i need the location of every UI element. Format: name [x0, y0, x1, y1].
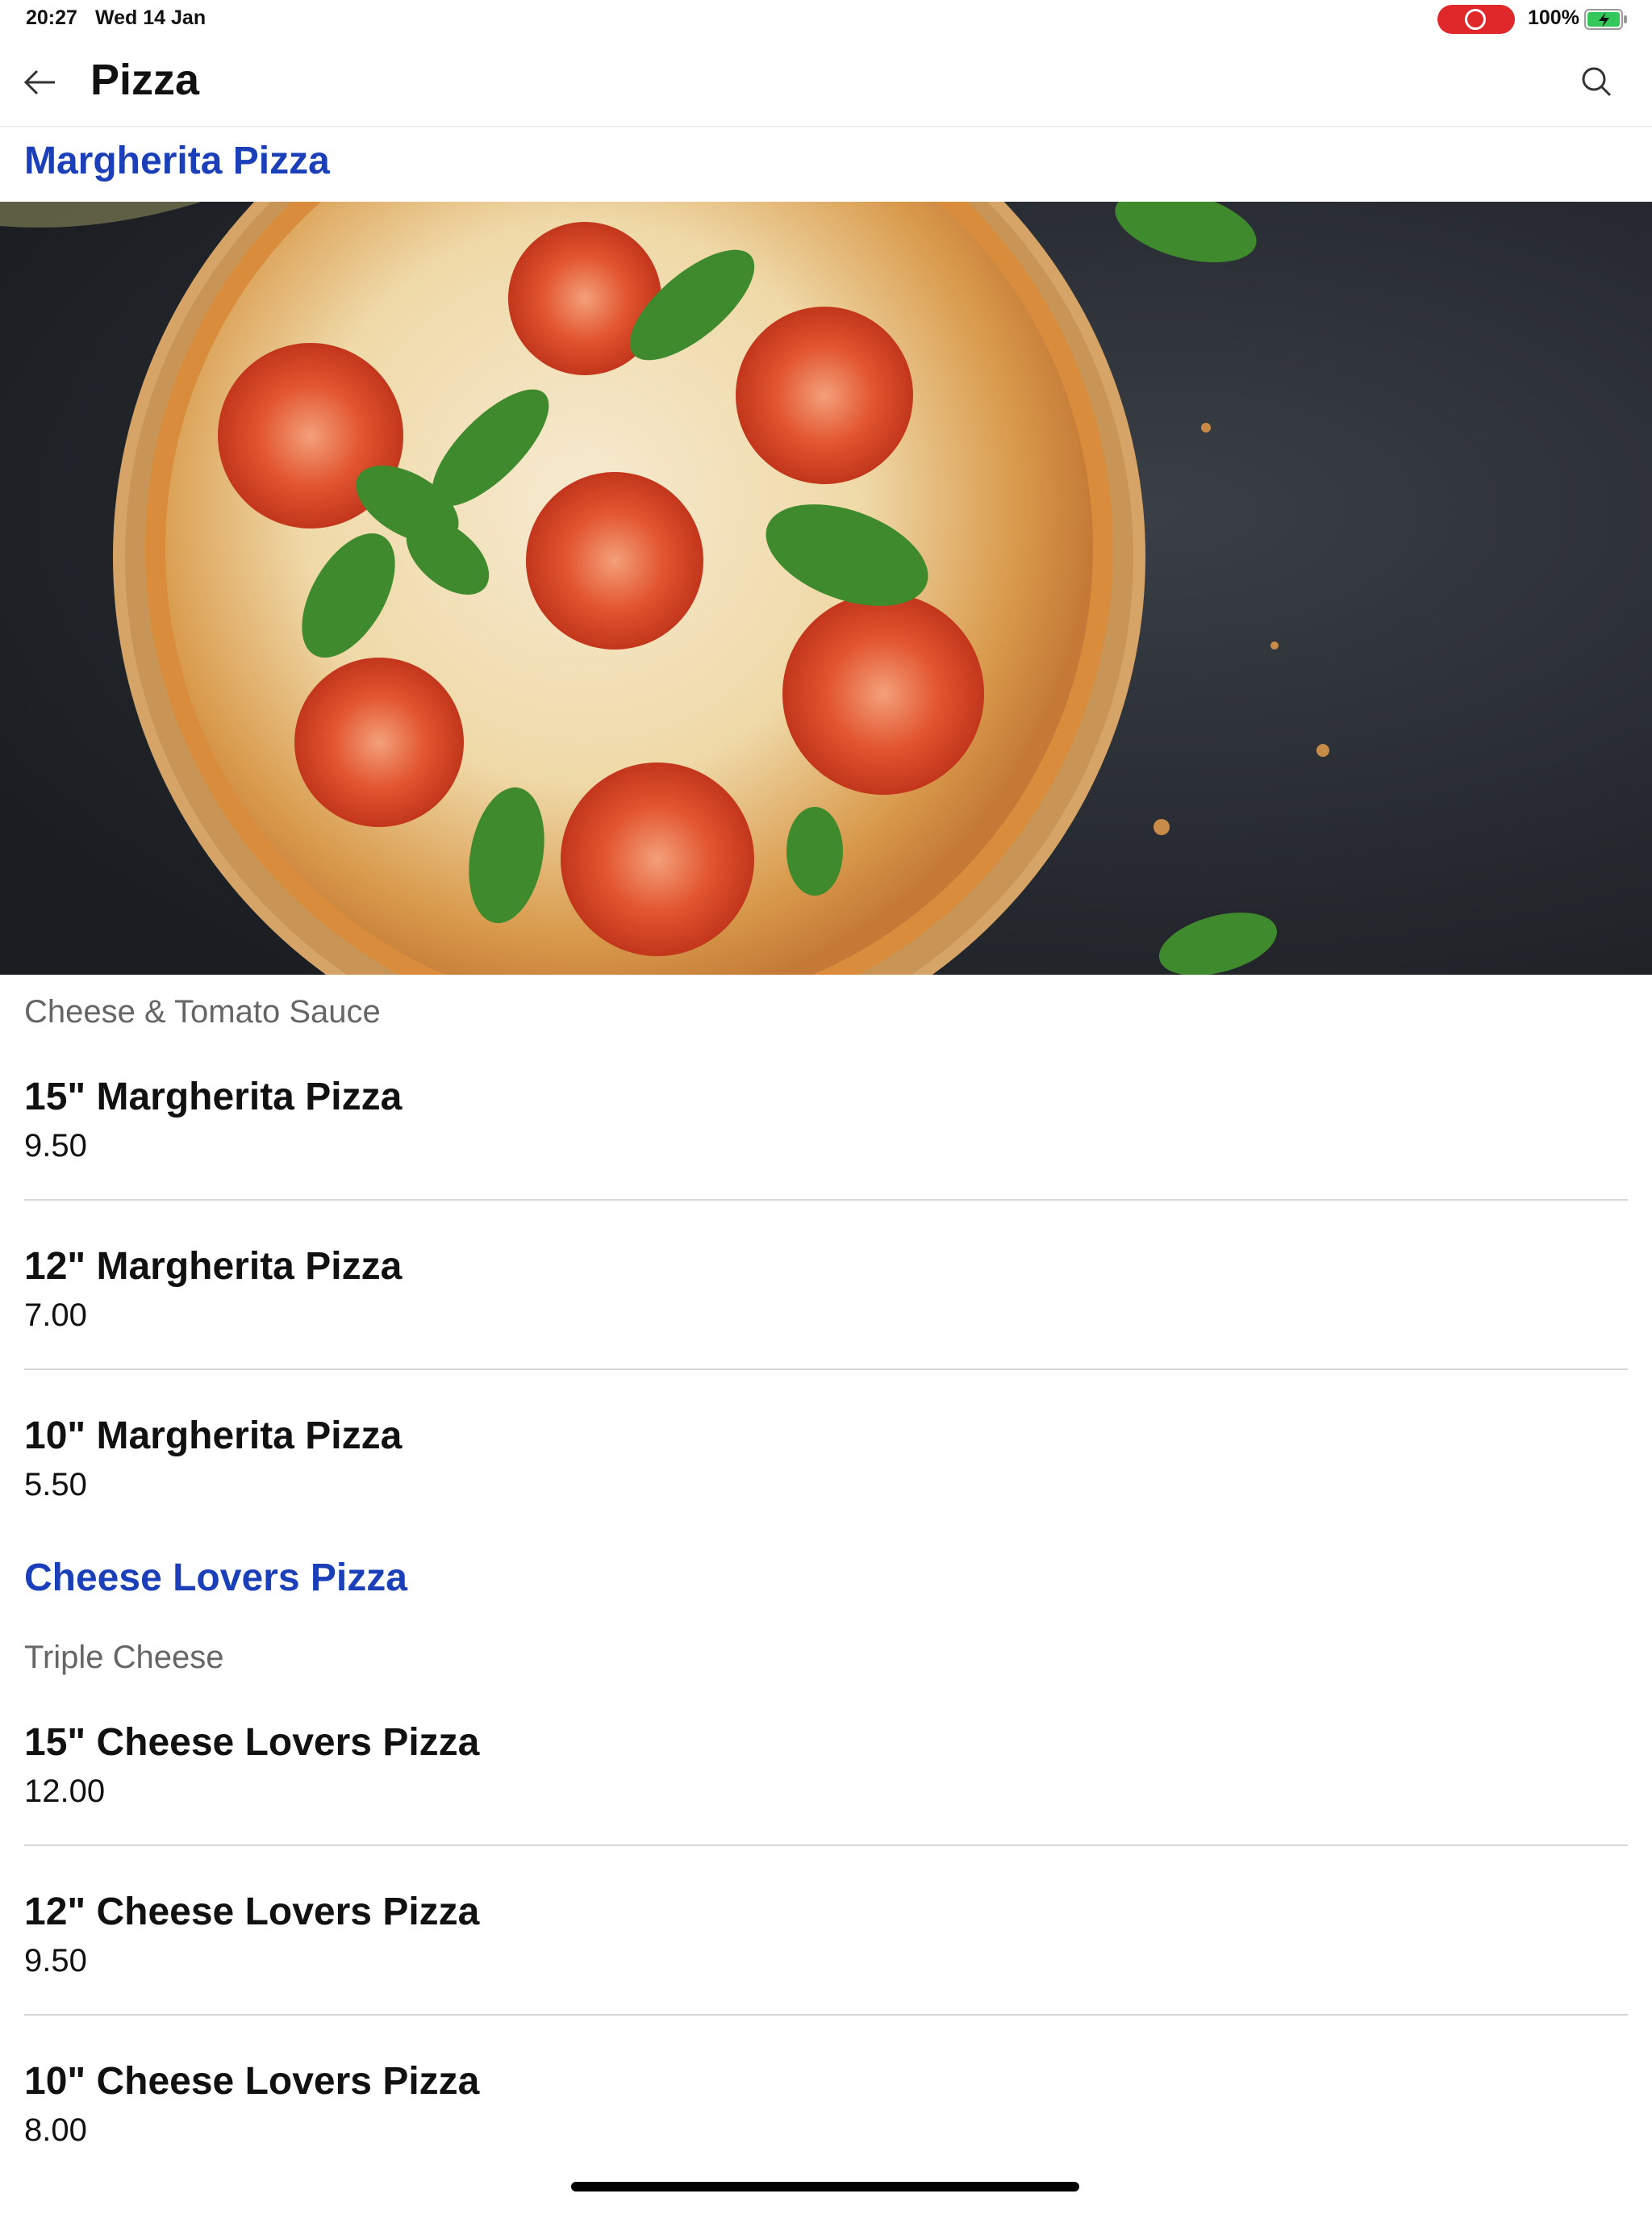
screen-recording-indicator[interactable]: [1437, 5, 1515, 34]
item-price: 5.50: [24, 1467, 87, 1502]
item-price: 12.00: [24, 1774, 106, 1809]
divider: [24, 1199, 1628, 1201]
battery-percentage: 100%: [1528, 6, 1579, 29]
section-title-margherita: Margherita Pizza: [24, 140, 330, 182]
section-title-cheese-lovers: Cheese Lovers Pizza: [24, 1556, 407, 1599]
search-icon[interactable]: [1575, 60, 1620, 105]
status-time: 20:27: [26, 6, 77, 29]
menu-item[interactable]: 12" Margherita Pizza 7.00: [24, 1244, 1628, 1412]
item-price: 9.50: [24, 1943, 87, 1978]
status-date: Wed 14 Jan: [95, 6, 206, 29]
status-bar: 20:27 Wed 14 Jan 100%: [0, 0, 1652, 39]
menu-item[interactable]: 15" Margherita Pizza 9.50: [24, 1075, 1628, 1243]
home-indicator[interactable]: [571, 2182, 1079, 2191]
divider: [24, 2014, 1628, 2016]
item-name: 15" Margherita Pizza: [24, 1076, 403, 1118]
item-name: 12" Cheese Lovers Pizza: [24, 1891, 480, 1933]
menu-item[interactable]: 12" Cheese Lovers Pizza 9.50: [24, 1890, 1628, 2058]
item-name: 15" Cheese Lovers Pizza: [24, 1721, 480, 1764]
back-arrow-icon[interactable]: [18, 60, 63, 105]
item-price: 9.50: [24, 1128, 87, 1164]
menu-item[interactable]: 10" Cheese Lovers Pizza 8.00: [24, 2059, 1628, 2227]
menu-item[interactable]: 15" Cheese Lovers Pizza 12.00: [24, 1720, 1628, 1888]
item-price: 7.00: [24, 1297, 87, 1333]
divider: [24, 1845, 1628, 1846]
margherita-pizza-image: [0, 202, 1652, 975]
section-description-cheese-lovers: Triple Cheese: [24, 1640, 224, 1675]
page-title: Pizza: [90, 56, 200, 104]
item-name: 12" Margherita Pizza: [24, 1245, 403, 1288]
divider: [24, 1368, 1628, 1370]
record-icon: [1465, 9, 1486, 30]
item-name: 10" Cheese Lovers Pizza: [24, 2060, 480, 2103]
item-name: 10" Margherita Pizza: [24, 1414, 403, 1457]
navigation-bar: Pizza: [0, 39, 1652, 127]
section-description-margherita: Cheese & Tomato Sauce: [24, 994, 381, 1030]
item-price: 8.00: [24, 2112, 87, 2148]
battery-charging-icon: [1584, 9, 1627, 30]
